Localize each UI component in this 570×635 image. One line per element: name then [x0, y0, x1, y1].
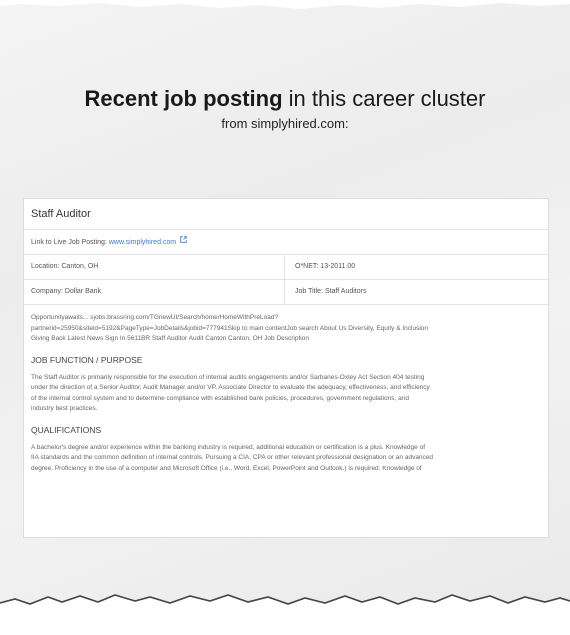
company-value: Dollar Bank — [64, 288, 102, 295]
qualifications-line-1: A bachelor's degree and/or experience wi… — [31, 443, 426, 451]
location-label: Location: — [31, 263, 60, 270]
job-title: Staff Auditor — [24, 199, 548, 230]
qualifications-line-2: IIA standards and the common definition … — [31, 454, 434, 461]
jobtitle-label: Job Title: — [295, 288, 324, 295]
intro-line-1: Opportunityawaits... sjobs.brassring.com… — [31, 314, 279, 321]
source-line: from simplyhired.com: — [221, 116, 349, 131]
qualifications-paragraph: A bachelor's degree and/or experience wi… — [24, 443, 548, 475]
section-heading-job-function: JOB FUNCTION / PURPOSE — [31, 354, 143, 365]
company-label: Company: — [31, 288, 63, 295]
onet-cell: O*NET: 13-2011.00 — [284, 255, 548, 279]
intro-paragraph: Opportunityawaits... sjobs.brassring.com… — [24, 313, 548, 345]
heading-rest: in this career cluster — [282, 86, 486, 111]
torn-top-edge — [0, 0, 570, 9]
section-heading-qualifications: QUALIFICATIONS — [31, 424, 102, 435]
location-row: Location: Canton, OH O*NET: 13-2011.00 — [24, 255, 548, 280]
heading-bold: Recent job posting — [84, 86, 283, 111]
job-posting-link[interactable]: www.simplyhired.com — [109, 239, 176, 246]
intro-line-2: partnerid=25950&siteid=5192&PageType=Job… — [31, 324, 428, 332]
job-function-line-1: The Staff Auditor is primarily responsib… — [31, 373, 425, 381]
link-label: Link to Live Job Posting: — [31, 238, 107, 246]
link-row: Link to Live Job Posting: www.simplyhire… — [24, 230, 548, 255]
location-value: Canton, OH — [61, 263, 99, 270]
onet-value: 13-2011.00 — [320, 263, 356, 270]
page-heading: Recent job posting in this career cluste… — [0, 86, 570, 112]
onet-label: O*NET: — [295, 263, 319, 270]
job-function-line-4: industry best practices. — [31, 405, 98, 412]
company-cell: Company: Dollar Bank — [24, 280, 284, 304]
location-cell: Location: Canton, OH — [24, 255, 284, 279]
job-function-line-2: under the direction of a Senior Auditor,… — [31, 384, 430, 391]
job-function-line-3: of the internal control system and to de… — [31, 394, 409, 402]
qualifications-line-3: degree. Proficiency in the use of a comp… — [31, 464, 422, 472]
link-cell: Link to Live Job Posting: www.simplyhire… — [24, 230, 187, 254]
job-function-paragraph: The Staff Auditor is primarily responsib… — [24, 373, 548, 415]
external-link-icon[interactable] — [180, 230, 187, 254]
torn-bottom-edge — [0, 594, 570, 635]
intro-line-3: Giving Back Latest News Sign In 5611BR S… — [31, 335, 309, 342]
jobtitle-value: Staff Auditors — [324, 288, 367, 295]
job-posting-card: Staff Auditor Link to Live Job Posting: … — [23, 198, 549, 538]
company-row: Company: Dollar Bank Job Title: Staff Au… — [24, 280, 548, 305]
jobtitle-cell: Job Title: Staff Auditors — [284, 280, 548, 304]
